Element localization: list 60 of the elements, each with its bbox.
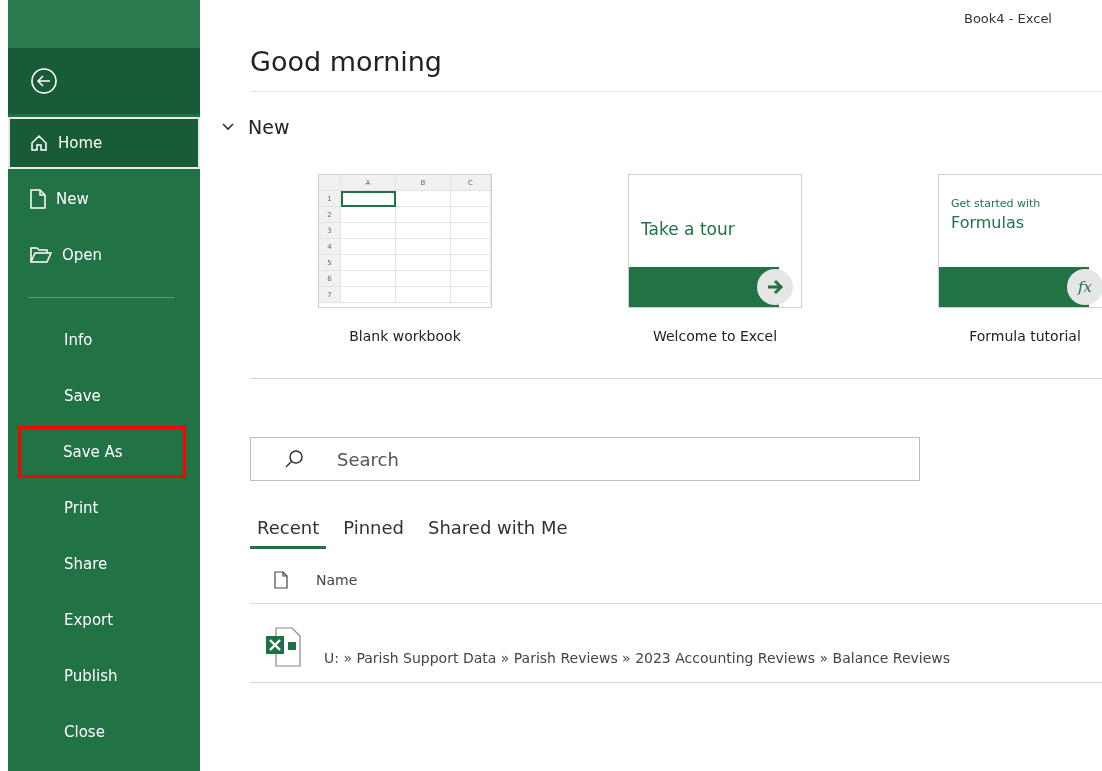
sidebar-item[interactable]: Home — [8, 117, 200, 169]
template-label: Welcome to Excel — [652, 328, 778, 344]
section-title: New — [248, 116, 290, 138]
template-label: Blank workbook — [349, 328, 461, 344]
tab[interactable]: Shared with Me — [421, 511, 575, 549]
home-icon — [30, 134, 48, 152]
grid-cell — [341, 255, 396, 271]
tour-thumbnail[interactable]: Take a tour — [628, 174, 802, 308]
document-icon — [274, 571, 288, 589]
file-row[interactable]: U: » Parish Support Data » Parish Reviews » 2023 Accounting Reviews » Balance Reviews — [250, 604, 1102, 683]
grid-cell — [341, 287, 396, 303]
sidebar-item[interactable]: Save — [8, 370, 200, 422]
window-title: Book4 - Excel — [963, 11, 1052, 26]
template-label: Formula tutorial — [969, 328, 1081, 344]
greeting: Good morning — [250, 46, 1102, 92]
grid-cell — [341, 271, 396, 287]
grid-cell — [451, 223, 491, 239]
grid-cell — [396, 223, 451, 239]
grid-cell — [396, 191, 451, 207]
grid-cell — [451, 191, 491, 207]
thumbnail-heading: Take a tour — [641, 219, 735, 239]
sidebar-item[interactable]: Print — [8, 482, 200, 534]
sidebar-item[interactable]: Share — [8, 538, 200, 590]
column-header: Name — [316, 572, 358, 588]
chevron-icon[interactable] — [222, 123, 234, 131]
search-icon — [284, 449, 304, 469]
sidebar-item[interactable]: Info — [8, 314, 200, 366]
sidebar-item[interactable]: Publish — [8, 650, 200, 702]
spreadsheet-file-icon — [264, 626, 304, 668]
grid-cell — [341, 223, 396, 239]
search-field[interactable]: Search — [250, 437, 920, 481]
grid-cell — [451, 271, 491, 287]
folder-icon — [30, 247, 52, 263]
grid-cell — [451, 207, 491, 223]
grid-cell — [396, 271, 451, 287]
select-all-corner — [319, 175, 341, 191]
grid-cell — [396, 239, 451, 255]
grid-cell — [451, 239, 491, 255]
tab[interactable]: Recent — [250, 511, 327, 549]
formula-badge: fx — [1067, 269, 1102, 305]
formula-thumbnail[interactable]: Get started with Formulas fx — [938, 174, 1102, 308]
grid-cell — [451, 287, 491, 303]
grid-cell — [396, 287, 451, 303]
thumbnail-subheading: Get started with — [951, 197, 1041, 210]
grid-cell — [396, 207, 451, 223]
sidebar-item[interactable]: Export — [8, 594, 200, 646]
grid-cell — [341, 239, 396, 255]
thumbnail-heading: Formulas — [951, 213, 1025, 232]
sidebar-item[interactable]: Close — [8, 706, 200, 758]
tab[interactable]: Pinned — [336, 511, 411, 549]
sidebar-item[interactable]: New — [8, 173, 200, 225]
grid-cell — [451, 255, 491, 271]
grid-cell — [341, 191, 396, 207]
file-path: U: » Parish Support Data » Parish Reviews » 2023 Accounting Reviews » Balance Reviews — [324, 650, 951, 666]
grid-cell — [341, 207, 396, 223]
grid-cell — [396, 255, 451, 271]
document-icon — [30, 189, 46, 209]
back-icon[interactable] — [30, 67, 58, 95]
sidebar-item[interactable]: Open — [8, 229, 200, 281]
sidebar-item[interactable]: Save As — [18, 426, 186, 478]
